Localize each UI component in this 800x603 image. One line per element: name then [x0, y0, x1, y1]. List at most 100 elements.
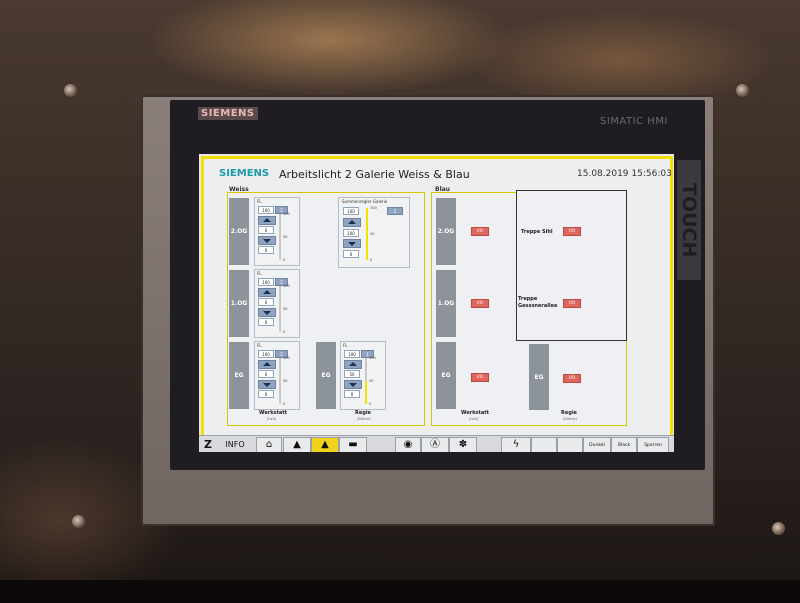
screens-icon: ▬ — [348, 439, 358, 450]
level-slider[interactable] — [365, 358, 367, 404]
page-title: Arbeitslicht 2 Galerie Weiss & Blau — [279, 168, 470, 181]
weiss-floor-eg: EG — [229, 342, 249, 409]
io-button-treppe-sihl[interactable]: I/O — [563, 227, 581, 236]
dimmer-panel-eg: FL 100 Σ 0 0 100 50 0 — [254, 341, 300, 410]
dimmer-input-field[interactable]: 0 — [258, 298, 274, 306]
scale-top: 100 — [283, 284, 290, 288]
touch-label: TOUCH — [677, 160, 701, 280]
header-datetime: 15.08.2019 15:56:03 — [577, 169, 672, 179]
scale-top: 100 — [283, 356, 290, 360]
down-arrow-button[interactable] — [258, 380, 276, 389]
dimmer-input-field[interactable]: 0 — [258, 318, 274, 326]
auto-mode-icon: Ⓐ — [430, 439, 440, 450]
dimmer-input-field[interactable]: 0 — [344, 390, 360, 398]
empty-button[interactable] — [531, 437, 557, 452]
weiss-label: Weiss — [229, 186, 249, 193]
floor-label: 2.OG — [230, 228, 248, 235]
up-arrow-button[interactable] — [344, 360, 362, 369]
dimmer-input-field[interactable]: 0 — [258, 370, 274, 378]
automatic-button[interactable]: Ⓐ — [421, 437, 449, 452]
empty-button[interactable] — [557, 437, 583, 452]
sum-input-field[interactable]: 0 — [343, 250, 359, 258]
treppe-gessnerallee-label-1: Treppe — [518, 296, 538, 302]
down-arrow-button[interactable] — [343, 239, 361, 248]
dimmer-panel-1og: FL 100 Σ 0 0 100 50 0 — [254, 269, 300, 338]
io-button-regie-eg[interactable]: I/O — [563, 374, 581, 383]
scale-mid: 50 — [283, 235, 288, 239]
galerie-view-button[interactable]: ▲ — [283, 437, 311, 452]
up-arrow-button[interactable] — [258, 360, 276, 369]
dimmer-input-field[interactable]: 0 — [258, 246, 274, 254]
floor-label: EG — [441, 372, 451, 379]
down-arrow-button[interactable] — [258, 308, 276, 317]
dimmer-value-field[interactable]: 100 — [258, 278, 274, 286]
floor-shadow — [0, 580, 800, 603]
io-button-1og[interactable]: I/O — [471, 299, 489, 308]
dimmer-input-field[interactable]: 0 — [258, 390, 274, 398]
regie-dimmer-panel: FL 100 Σ 50 0 100 50 0 — [340, 341, 386, 410]
level-slider[interactable] — [279, 286, 281, 332]
up-arrow-button[interactable] — [343, 218, 361, 227]
black-button[interactable]: Black — [611, 437, 637, 452]
dimmer-input-field[interactable]: 0 — [258, 226, 274, 234]
up-arrow-button[interactable] — [258, 288, 276, 297]
dimmer-value-field[interactable]: 100 — [258, 350, 274, 358]
scale-top: 100 — [369, 356, 376, 360]
sum-button[interactable]: Σ — [387, 207, 403, 215]
treppe-panel — [516, 190, 627, 341]
dimmer-value-field[interactable]: 100 — [344, 350, 360, 358]
blau-label: Blau — [435, 186, 450, 193]
level-slider[interactable] — [279, 214, 281, 260]
screw — [772, 522, 785, 535]
fan-button[interactable]: ✽ — [449, 437, 477, 452]
dimmer-value-field[interactable]: 100 — [258, 206, 274, 214]
scale-mid: 50 — [283, 307, 288, 311]
dimmer-panel-2og: FL 100 Σ 0 0 100 50 0 — [254, 197, 300, 266]
arbeitslicht-button[interactable]: ▲ — [311, 437, 339, 452]
home-button[interactable]: ⌂ — [256, 437, 282, 452]
floor-label: 2.OG — [437, 228, 455, 235]
weiss-floor-1og: 1.OG — [229, 270, 249, 337]
io-button-treppe-gessnerallee[interactable]: I/O — [563, 299, 581, 308]
up-arrow-button[interactable] — [258, 216, 276, 225]
floor-label: EG — [234, 372, 244, 379]
io-button-2og[interactable]: I/O — [471, 227, 489, 236]
scale-bot: 0 — [283, 258, 286, 262]
fan-icon: ✽ — [458, 439, 468, 450]
level-slider[interactable] — [279, 358, 281, 404]
blau-regie-sub: (Bühne) — [563, 417, 577, 421]
io-button-eg[interactable]: I/O — [471, 373, 489, 382]
treppe-gessnerallee-label-2: Gesssnerallee — [518, 303, 558, 309]
sum-controller-panel: Summenregler Galerie 100 Σ 100 0 100 50 … — [338, 197, 410, 268]
down-arrow-button[interactable] — [344, 380, 362, 389]
screw — [64, 84, 77, 97]
sum-controller-label: Summenregler Galerie — [342, 199, 388, 204]
blau-werkstatt-sub: (hell) — [469, 417, 479, 421]
dimmer-label: FL — [257, 343, 262, 348]
hmi-screen: SIEMENS Arbeitslicht 2 Galerie Weiss & B… — [199, 154, 674, 452]
blau-regie-floor-eg: EG — [529, 344, 549, 410]
weiss-werkstatt-label: Werkstatt — [259, 410, 288, 416]
dimmer-input-field[interactable]: 50 — [344, 370, 360, 378]
sum-value-field[interactable]: 100 — [343, 207, 359, 215]
dunkel-button[interactable]: Dunkel — [583, 437, 611, 452]
z-button[interactable]: Z — [201, 437, 215, 451]
view-button[interactable]: ◉ — [395, 437, 421, 452]
bezel-brand: SIEMENS — [198, 107, 258, 120]
scale-bot: 0 — [369, 402, 372, 406]
sum-input-field[interactable]: 100 — [343, 229, 359, 237]
screens-button[interactable]: ▬ — [339, 437, 367, 452]
floor-label: EG — [321, 372, 331, 379]
info-button[interactable]: INFO — [217, 437, 253, 451]
scale-mid: 50 — [370, 232, 375, 236]
down-arrow-button[interactable] — [258, 236, 276, 245]
dimmer-label: FL — [343, 343, 348, 348]
blau-werkstatt-label: Werkstatt — [461, 410, 490, 416]
building-icon: ▲ — [293, 439, 301, 450]
level-slider[interactable] — [366, 208, 368, 260]
sperren-button[interactable]: Sperren — [637, 437, 669, 452]
level-fill — [366, 208, 368, 260]
screw — [736, 84, 749, 97]
scale-bot: 0 — [283, 330, 286, 334]
power-button[interactable]: ϟ — [501, 437, 531, 452]
